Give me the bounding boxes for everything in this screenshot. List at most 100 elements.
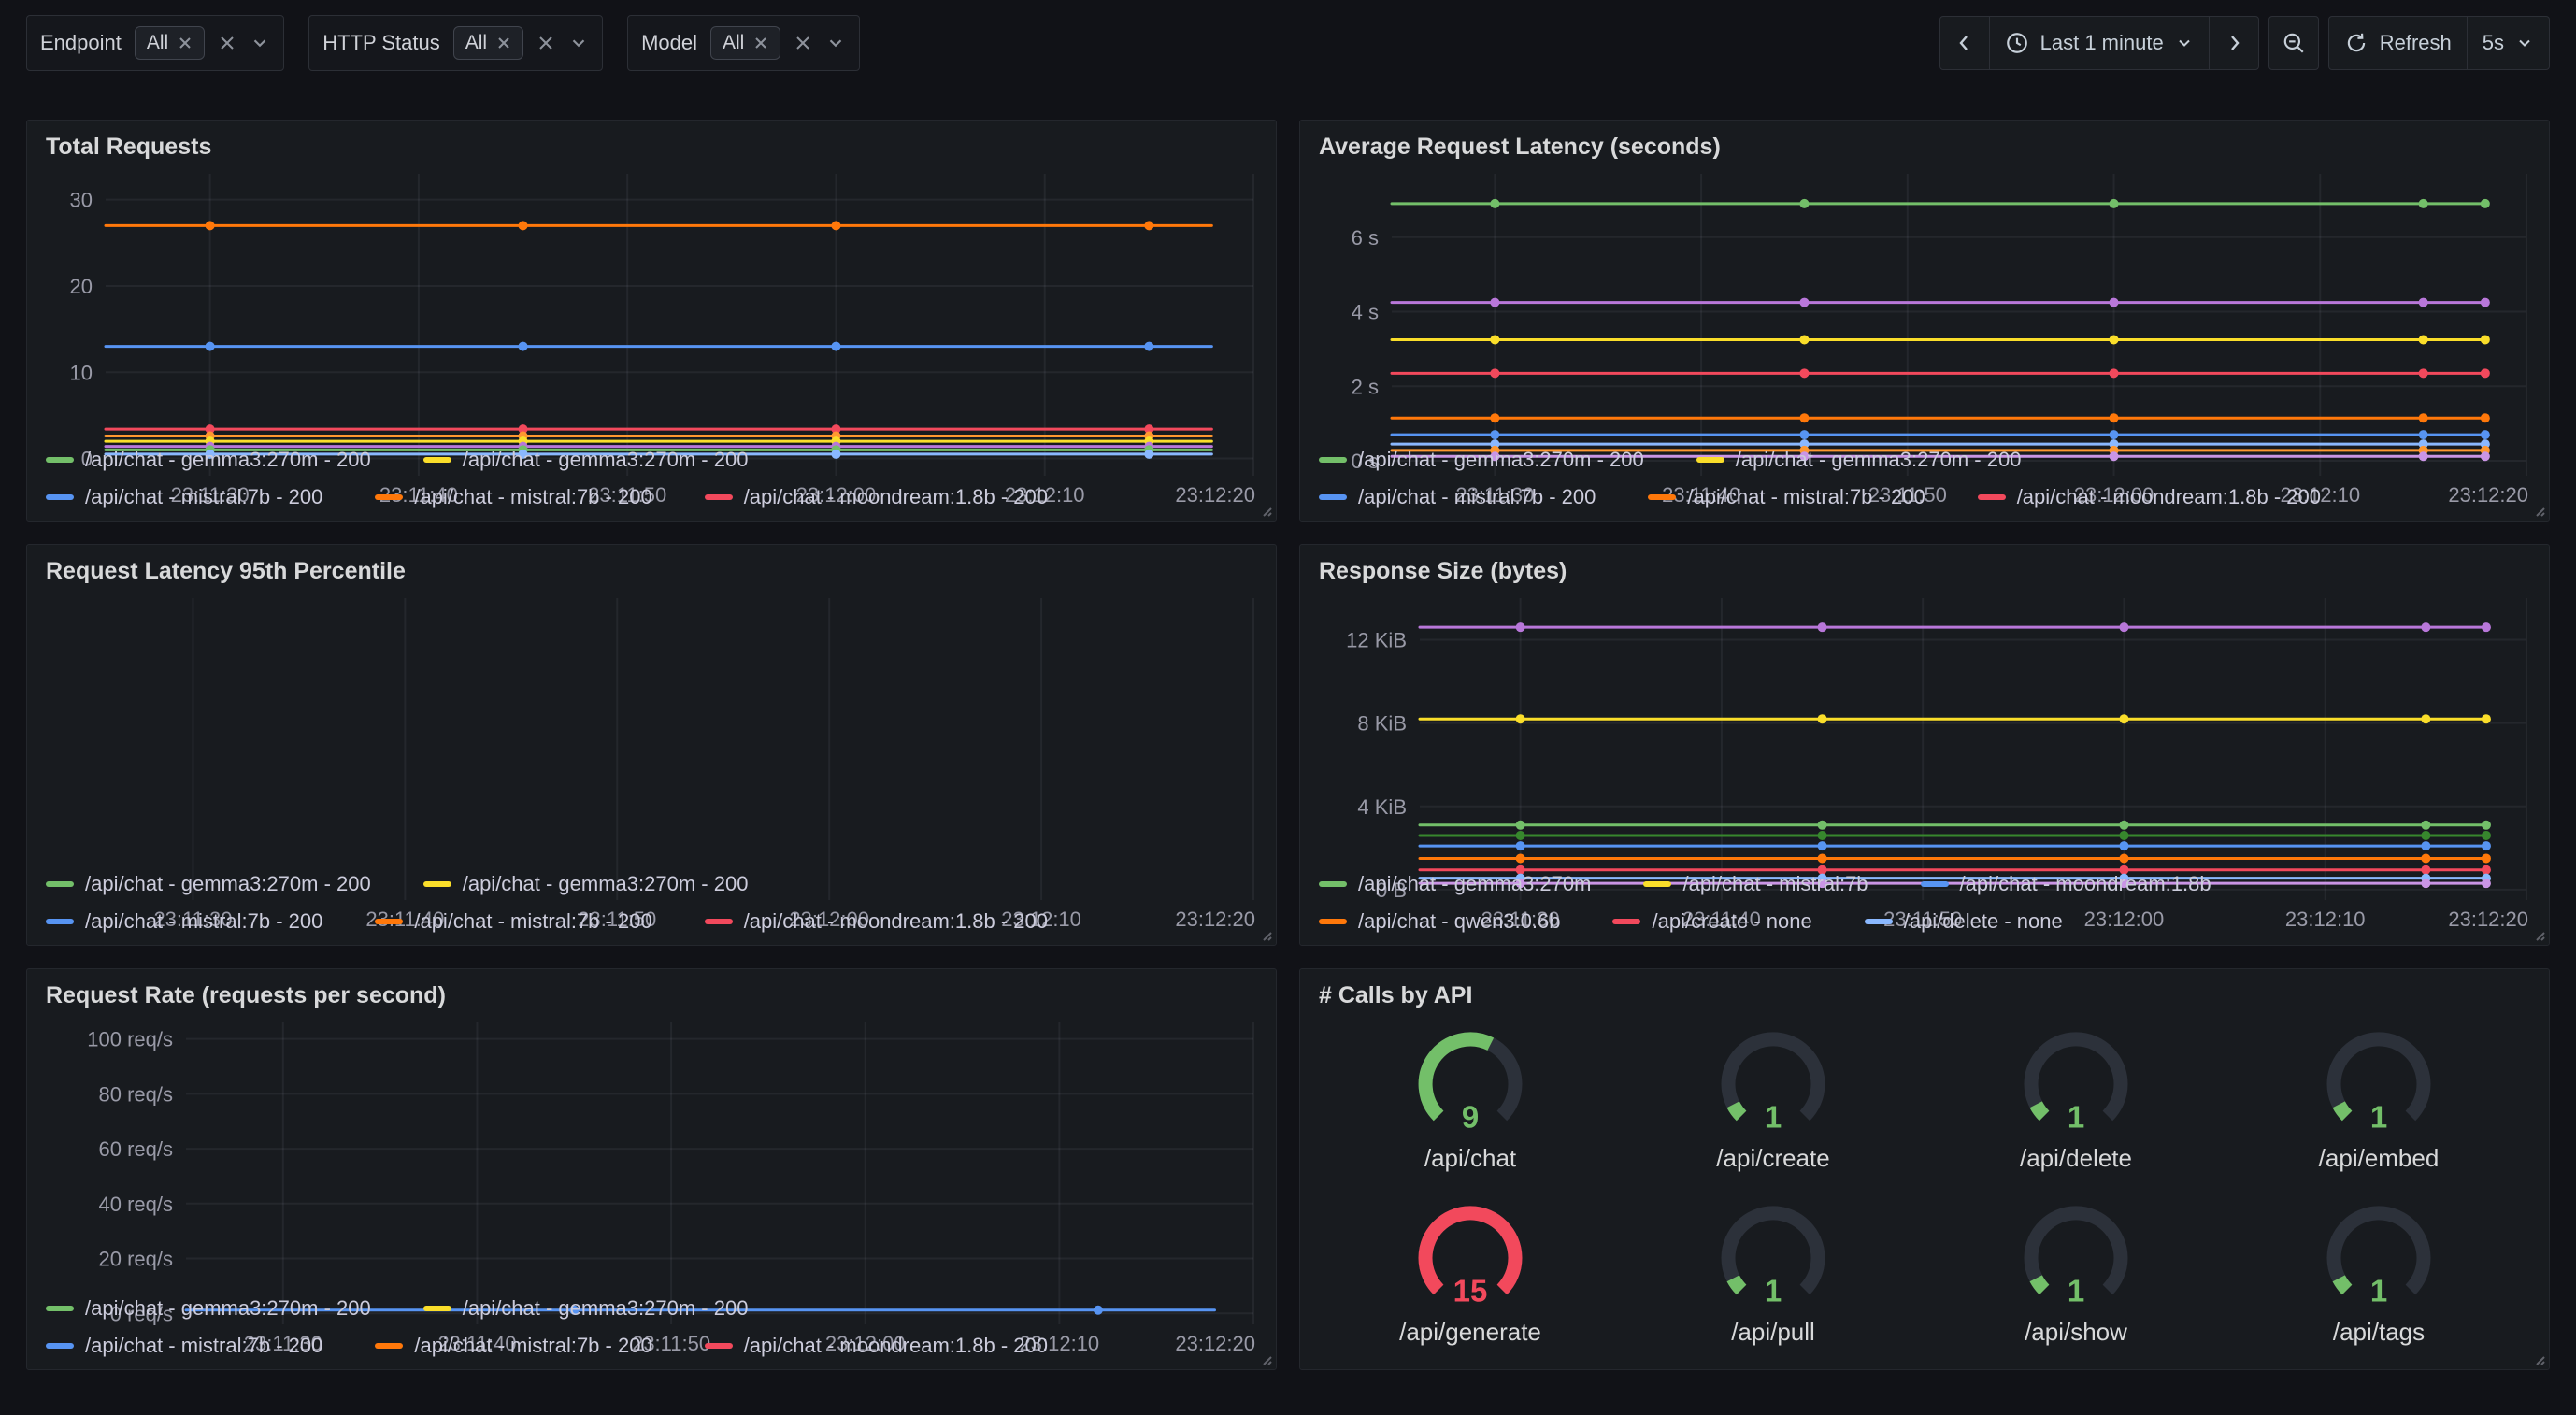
zoom-out-button[interactable] — [2268, 16, 2319, 70]
legend-item[interactable]: /api/chat - mistral:7b — [1643, 872, 1868, 896]
legend-label: /api/chat - moondream:1.8b - 200 — [2017, 485, 2321, 509]
legend-item[interactable]: /api/chat - mistral:7b - 200 — [1648, 485, 1925, 509]
time-shift-back-button[interactable] — [1939, 16, 1990, 70]
panel-resize-handle[interactable] — [2532, 1352, 2545, 1365]
refresh-interval-dropdown[interactable]: 5s — [2467, 16, 2550, 70]
panel-resize-handle[interactable] — [1259, 928, 1272, 941]
legend-label: /api/chat - mistral:7b - 200 — [414, 1334, 651, 1358]
filter-value-chip[interactable]: All — [453, 26, 523, 60]
gauge--api-embed: 1/api/embed — [2295, 1026, 2463, 1173]
panel-request-rate: Request Rate (requests per second) 0 req… — [26, 968, 1277, 1370]
legend-item[interactable]: /api/chat - mistral:7b - 200 — [375, 909, 651, 934]
refresh-button[interactable]: Refresh — [2328, 16, 2468, 70]
filter-value-chip[interactable]: All — [710, 26, 780, 60]
panel-title[interactable]: Total Requests — [46, 134, 1257, 161]
total-requests-plot[interactable]: 010203023:11:3023:11:4023:11:5023:12:002… — [46, 164, 1257, 435]
legend-item[interactable]: /api/chat - moondream:1.8b — [1921, 872, 2211, 896]
gauge--api-chat: 9/api/chat — [1386, 1026, 1554, 1173]
legend-swatch — [1612, 919, 1640, 924]
legend-item[interactable]: /api/chat - mistral:7b - 200 — [1319, 485, 1596, 509]
legend-swatch — [1978, 494, 2006, 500]
time-shift-forward-button[interactable] — [2209, 16, 2259, 70]
legend-label: /api/delete - none — [1904, 909, 2063, 934]
legend-item[interactable]: /api/chat - gemma3:270m - 200 — [423, 448, 749, 472]
chip-close-icon[interactable] — [753, 36, 768, 50]
legend-row: /api/chat - gemma3:270m - 200/api/chat -… — [46, 1296, 1257, 1321]
gauge-label: /api/show — [2025, 1318, 2127, 1347]
legend-item[interactable]: /api/chat - mistral:7b - 200 — [46, 485, 322, 509]
legend-label: /api/chat - gemma3:270m - 200 — [463, 872, 749, 896]
legend-swatch — [705, 1343, 733, 1349]
legend-item[interactable]: /api/chat - gemma3:270m - 200 — [423, 1296, 749, 1321]
panel-title[interactable]: Average Request Latency (seconds) — [1319, 134, 2530, 161]
legend-item[interactable]: /api/chat - mistral:7b - 200 — [375, 1334, 651, 1358]
legend-item[interactable]: /api/chat - moondream:1.8b - 200 — [705, 909, 1048, 934]
panel-resize-handle[interactable] — [2532, 504, 2545, 517]
legend-label: /api/chat - moondream:1.8b - 200 — [744, 909, 1048, 934]
legend-item[interactable]: /api/chat - mistral:7b - 200 — [46, 1334, 322, 1358]
legend-swatch — [46, 494, 74, 500]
latency-95th-plot[interactable]: 23:11:3023:11:4023:11:5023:12:0023:12:10… — [46, 589, 1257, 859]
gauge--api-generate: 15/api/generate — [1386, 1200, 1554, 1347]
panel-title[interactable]: Request Latency 95th Percentile — [46, 558, 1257, 585]
filter-clear-icon[interactable] — [794, 34, 812, 52]
chevron-down-icon[interactable] — [568, 33, 589, 53]
legend-swatch — [1319, 919, 1347, 924]
chip-close-icon[interactable] — [496, 36, 511, 50]
panel-resize-handle[interactable] — [1259, 1352, 1272, 1365]
filter-clear-icon[interactable] — [218, 34, 236, 52]
chevron-down-icon[interactable] — [250, 33, 270, 53]
gauge-label: /api/chat — [1424, 1144, 1516, 1173]
filter-model[interactable]: Model All — [627, 15, 860, 71]
legend-item[interactable]: /api/chat - mistral:7b - 200 — [46, 909, 322, 934]
filter-http-status[interactable]: HTTP Status All — [308, 15, 603, 71]
filter-value-chip[interactable]: All — [135, 26, 205, 60]
request-rate-plot[interactable]: 0 req/s20 req/s40 req/s60 req/s80 req/s1… — [46, 1013, 1257, 1283]
time-range-picker[interactable]: Last 1 minute — [1989, 16, 2210, 70]
legend-item[interactable]: /api/chat - qwen3:0.6b — [1319, 909, 1560, 934]
average-latency-plot[interactable]: 0 s2 s4 s6 s23:11:3023:11:4023:11:5023:1… — [1319, 164, 2530, 435]
panel-resize-handle[interactable] — [2532, 928, 2545, 941]
legend-row: /api/chat - gemma3:270m - 200/api/chat -… — [1319, 448, 2530, 472]
legend-item[interactable]: /api/chat - gemma3:270m - 200 — [1319, 448, 1644, 472]
legend-item[interactable]: /api/chat - gemma3:270m - 200 — [423, 872, 749, 896]
legend-swatch — [46, 1306, 74, 1311]
legend-item[interactable]: /api/chat - moondream:1.8b - 200 — [1978, 485, 2321, 509]
legend-label: /api/chat - gemma3:270m — [1358, 872, 1591, 896]
legend-item[interactable]: /api/chat - mistral:7b - 200 — [375, 485, 651, 509]
chevron-left-icon — [1953, 32, 1976, 54]
legend-item[interactable]: /api/chat - moondream:1.8b - 200 — [705, 485, 1048, 509]
legend-swatch — [423, 1306, 451, 1311]
legend-label: /api/chat - gemma3:270m - 200 — [85, 448, 371, 472]
legend-item[interactable]: /api/chat - gemma3:270m — [1319, 872, 1591, 896]
legend-item[interactable]: /api/chat - gemma3:270m - 200 — [46, 1296, 371, 1321]
gauge-arc: 1 — [1992, 1200, 2160, 1318]
calls-by-api-gauges: 9/api/chat1/api/create1/api/delete1/api/… — [1319, 1013, 2530, 1360]
legend-item[interactable]: /api/chat - gemma3:270m - 200 — [1696, 448, 2022, 472]
panel-latency-95th: Request Latency 95th Percentile 23:11:30… — [26, 544, 1277, 946]
panel-title[interactable]: # Calls by API — [1319, 982, 2530, 1009]
gauge-arc: 1 — [1689, 1026, 1857, 1144]
legend-item[interactable]: /api/chat - gemma3:270m - 200 — [46, 448, 371, 472]
refresh-label: Refresh — [2380, 31, 2452, 55]
chevron-down-icon[interactable] — [825, 33, 846, 53]
gauge-label: /api/tags — [2333, 1318, 2425, 1347]
gauge-arc: 1 — [1992, 1026, 2160, 1144]
gauge-label: /api/delete — [2020, 1144, 2132, 1173]
response-size-plot[interactable]: 0 B4 KiB8 KiB12 KiB23:11:3023:11:4023:11… — [1319, 589, 2530, 859]
panel-title[interactable]: Request Rate (requests per second) — [46, 982, 1257, 1009]
filter-clear-icon[interactable] — [537, 34, 555, 52]
legend-row: /api/chat - mistral:7b - 200/api/chat - … — [46, 1334, 1257, 1358]
panel-title[interactable]: Response Size (bytes) — [1319, 558, 2530, 585]
legend-item[interactable]: /api/chat - gemma3:270m - 200 — [46, 872, 371, 896]
total-requests-legend: /api/chat - gemma3:270m - 200/api/chat -… — [46, 435, 1257, 511]
gauge--api-show: 1/api/show — [1992, 1200, 2160, 1347]
legend-item[interactable]: /api/delete - none — [1865, 909, 2063, 934]
legend-item[interactable]: /api/create - none — [1612, 909, 1811, 934]
filter-endpoint[interactable]: Endpoint All — [26, 15, 284, 71]
gauge-value: 9 — [1462, 1100, 1479, 1135]
chip-close-icon[interactable] — [178, 36, 193, 50]
panel-resize-handle[interactable] — [1259, 504, 1272, 517]
legend-item[interactable]: /api/chat - moondream:1.8b - 200 — [705, 1334, 1048, 1358]
legend-row: /api/chat - gemma3:270m - 200/api/chat -… — [46, 448, 1257, 472]
